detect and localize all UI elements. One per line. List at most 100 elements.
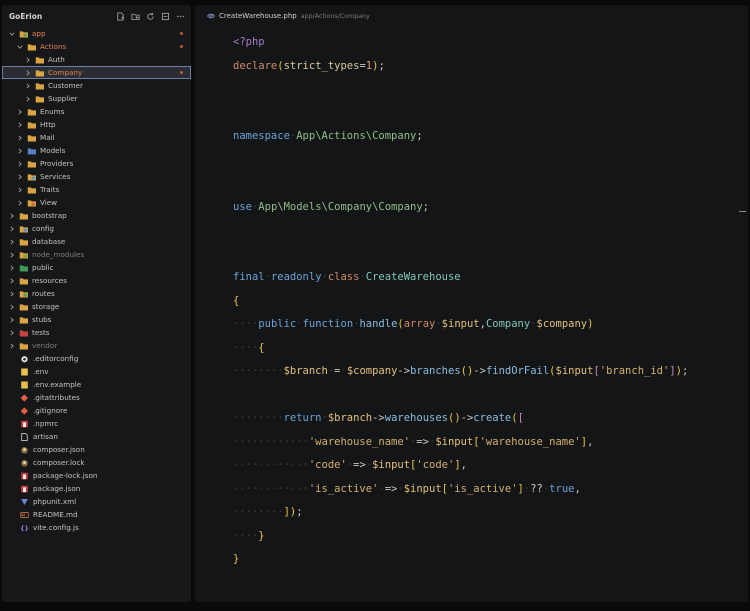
code-line[interactable]: final·readonly·class·CreateWarehouse [233, 266, 688, 290]
chevron-right-icon[interactable] [8, 264, 16, 272]
file-item-package-json[interactable]: package.json [2, 482, 191, 495]
tab-filename[interactable]: CreateWarehouse.php [219, 12, 297, 20]
code-line[interactable]: use·App\Models\Company\Company; [233, 196, 688, 220]
chevron-right-icon[interactable] [16, 121, 24, 129]
code-editor[interactable]: php CreateWarehouse.php app/Actions/Comp… [195, 5, 748, 602]
new-file-icon[interactable] [116, 11, 125, 21]
code-line[interactable]: namespace·App\Actions\Company; [233, 125, 688, 149]
file-item-composer-lock[interactable]: composer.lock [2, 456, 191, 469]
chevron-down-icon[interactable] [16, 43, 24, 51]
folder-item-traits[interactable]: Traits [2, 183, 191, 196]
code-line[interactable] [233, 219, 688, 243]
scrollbar-marker[interactable] [739, 211, 746, 212]
chevron-right-icon[interactable] [16, 134, 24, 142]
folder-item-bootstrap[interactable]: bootstrap [2, 209, 191, 222]
chevron-down-icon[interactable] [8, 30, 16, 38]
chevron-right-icon[interactable] [8, 212, 16, 220]
new-folder-icon[interactable] [131, 12, 140, 21]
code-line[interactable]: ············'code'·=>·$input['code'], [233, 454, 688, 478]
tree-item-label: .npmrc [33, 419, 59, 428]
chevron-right-icon[interactable] [16, 173, 24, 181]
file-item-package-lock-json[interactable]: package-lock.json [2, 469, 191, 482]
folder-item-view[interactable]: View [2, 196, 191, 209]
tree-item-label: artisan [33, 432, 58, 441]
collapse-icon[interactable] [161, 12, 170, 21]
file-item-phpunit-xml[interactable]: phpunit.xml [2, 495, 191, 508]
code-line[interactable]: ········$branch·=·$company->branches()->… [233, 360, 688, 384]
explorer-actions [116, 11, 185, 21]
file-item-gitattributes[interactable]: .gitattributes [2, 391, 191, 404]
chevron-right-icon[interactable] [24, 69, 32, 77]
chevron-right-icon[interactable] [16, 160, 24, 168]
code-line[interactable]: ····{ [233, 337, 688, 361]
folder-item-vendor[interactable]: vendor [2, 339, 191, 352]
folder-item-tests[interactable]: tests [2, 326, 191, 339]
file-item-env-example[interactable]: .env.example [2, 378, 191, 391]
folder-item-app[interactable]: app [2, 27, 191, 40]
code-line[interactable]: <?php [233, 31, 688, 55]
file-item-vite-config-js[interactable]: {} vite.config.js [2, 521, 191, 534]
file-item-editorconfig[interactable]: .editorconfig [2, 352, 191, 365]
code-line[interactable] [233, 102, 688, 126]
folder-item-services[interactable]: Services [2, 170, 191, 183]
code-line[interactable] [233, 243, 688, 267]
code-line[interactable]: declare(strict_types=1); [233, 55, 688, 79]
code-line[interactable] [233, 384, 688, 408]
file-item-env[interactable]: .env [2, 365, 191, 378]
chevron-right-icon[interactable] [16, 108, 24, 116]
chevron-right-icon[interactable] [24, 95, 32, 103]
code-line[interactable] [233, 172, 688, 196]
more-icon[interactable] [176, 12, 185, 21]
folder-item-http[interactable]: Http [2, 118, 191, 131]
folder-item-public[interactable]: public [2, 261, 191, 274]
file-item-composer-json[interactable]: composer.json [2, 443, 191, 456]
markdown-icon [20, 511, 29, 518]
folder-item-auth[interactable]: Auth [2, 53, 191, 66]
chevron-right-icon[interactable] [8, 277, 16, 285]
chevron-right-icon[interactable] [8, 342, 16, 350]
code-area[interactable]: <?php declare(strict_types=1); namespace·… [233, 31, 688, 572]
folder-item-customer[interactable]: Customer [2, 79, 191, 92]
folder-item-supplier[interactable]: Supplier [2, 92, 191, 105]
folder-item-routes[interactable]: routes [2, 287, 191, 300]
folder-item-stubs[interactable]: stubs [2, 313, 191, 326]
refresh-icon[interactable] [146, 12, 155, 21]
code-line[interactable]: ····} [233, 525, 688, 549]
chevron-right-icon[interactable] [24, 82, 32, 90]
chevron-right-icon[interactable] [16, 199, 24, 207]
code-line[interactable]: } [233, 548, 688, 572]
chevron-right-icon[interactable] [8, 238, 16, 246]
chevron-right-icon[interactable] [8, 225, 16, 233]
chevron-right-icon[interactable] [8, 316, 16, 324]
folder-item-providers[interactable]: Providers [2, 157, 191, 170]
chevron-right-icon[interactable] [24, 56, 32, 64]
folder-item-config[interactable]: config [2, 222, 191, 235]
file-item-npmrc[interactable]: .npmrc [2, 417, 191, 430]
folder-item-actions[interactable]: Actions [2, 40, 191, 53]
folder-item-models[interactable]: Models [2, 144, 191, 157]
code-line[interactable]: ············'is_active'·=>·$input['is_ac… [233, 478, 688, 502]
code-line[interactable]: ············'warehouse_name'·=>·$input['… [233, 431, 688, 455]
chevron-right-icon[interactable] [8, 303, 16, 311]
code-line[interactable]: ····public·function·handle(array·$input,… [233, 313, 688, 337]
chevron-right-icon[interactable] [8, 251, 16, 259]
folder-item-resources[interactable]: resources [2, 274, 191, 287]
code-line[interactable]: ········return·$branch->warehouses()->cr… [233, 407, 688, 431]
file-item-readme-md[interactable]: README.md [2, 508, 191, 521]
folder-item-enums[interactable]: Enums [2, 105, 191, 118]
chevron-right-icon[interactable] [16, 147, 24, 155]
code-line[interactable] [233, 149, 688, 173]
folder-item-company[interactable]: Company [2, 66, 191, 79]
chevron-right-icon[interactable] [8, 329, 16, 337]
folder-item-node-modules[interactable]: node_modules [2, 248, 191, 261]
code-line[interactable]: { [233, 290, 688, 314]
folder-item-storage[interactable]: storage [2, 300, 191, 313]
chevron-right-icon[interactable] [16, 186, 24, 194]
file-item-artisan[interactable]: artisan [2, 430, 191, 443]
code-line[interactable] [233, 78, 688, 102]
folder-item-mail[interactable]: Mail [2, 131, 191, 144]
file-item-gitignore[interactable]: .gitignore [2, 404, 191, 417]
code-line[interactable]: ········]); [233, 501, 688, 525]
folder-item-database[interactable]: database [2, 235, 191, 248]
chevron-right-icon[interactable] [8, 290, 16, 298]
